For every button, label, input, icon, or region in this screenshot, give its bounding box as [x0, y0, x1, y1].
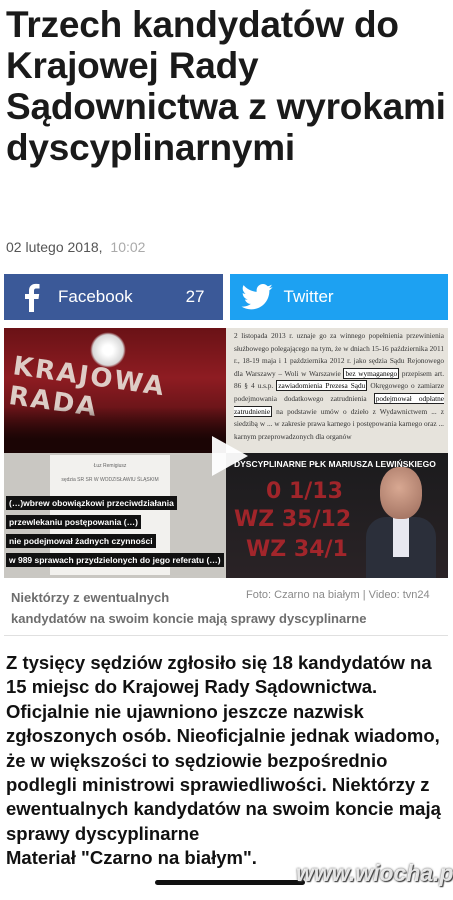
media-caption: Niektórzy z ewentualnych kandydatów na s…	[11, 587, 366, 626]
article-headline: Trzech kandydatów do Krajowej Rady Sądow…	[6, 4, 446, 168]
video-panel-hall: KRAJOWA RADA	[4, 328, 226, 453]
ruling-quote-line: (…)wbrew obowiązkowi przeciwdziałania	[6, 496, 177, 510]
article-body: Z tysięcy sędziów zgłosiło się 18 kandyd…	[6, 651, 450, 871]
twitter-share-button[interactable]: Twitter	[229, 274, 448, 320]
article-meta: 02 lutego 2018, 10:02	[6, 239, 145, 255]
tv-case-code: WZ 35/12	[234, 507, 352, 532]
facebook-label: Facebook	[58, 287, 133, 306]
video-panel-ruling: Łuz Remigiusz sędzia SR SR W WODZISŁAWIU…	[4, 453, 226, 578]
twitter-label: Twitter	[283, 287, 334, 306]
article-date: 02 lutego 2018,	[6, 239, 103, 255]
facebook-share-button[interactable]: Facebook 27	[4, 274, 223, 320]
tv-case-code: 0 1/13	[266, 479, 343, 504]
home-indicator[interactable]	[155, 880, 305, 885]
divider	[4, 635, 448, 636]
twitter-icon	[230, 284, 284, 310]
site-watermark: www.wiocha.pl	[296, 860, 453, 886]
ruling-quote-line: w 989 sprawach przydzielonych do jego re…	[6, 553, 224, 567]
video-panel-tv: DYSCYPLINARNE PŁK MARIUSZA LEWIŃSKIEGO 0…	[226, 453, 448, 578]
person-portrait	[366, 467, 436, 578]
media-credit: Foto: Czarno na białym | Video: tvn24	[246, 589, 430, 601]
article-time: 10:02	[110, 239, 146, 255]
video-panel-document: 2 listopada 2013 r. uznaje go za winnego…	[226, 328, 448, 453]
media-caption-line1: Niektórzy z ewentualnych	[11, 590, 170, 605]
ruling-quote: (…)wbrew obowiązkowi przeciwdziałania pr…	[6, 493, 224, 569]
tv-case-code: WZ 34/1	[246, 537, 348, 562]
ruling-quote-line: nie podejmował żadnych czynności	[6, 534, 156, 548]
media-caption-line2: kandydatów na swoim koncie mają sprawy d…	[11, 611, 367, 626]
play-icon[interactable]	[212, 436, 248, 476]
facebook-icon	[4, 282, 58, 312]
article-paragraph: Z tysięcy sędziów zgłosiło się 18 kandyd…	[6, 652, 441, 844]
video-player[interactable]: KRAJOWA RADA 2 listopada 2013 r. uznaje …	[4, 328, 448, 578]
share-bar: Facebook 27 Twitter	[4, 274, 448, 320]
facebook-share-count: 27	[185, 287, 205, 306]
ruling-quote-line: przewlekaniu postępowania (…)	[6, 515, 141, 529]
document-text: 2 listopada 2013 r. uznaje go za winnego…	[234, 331, 445, 441]
